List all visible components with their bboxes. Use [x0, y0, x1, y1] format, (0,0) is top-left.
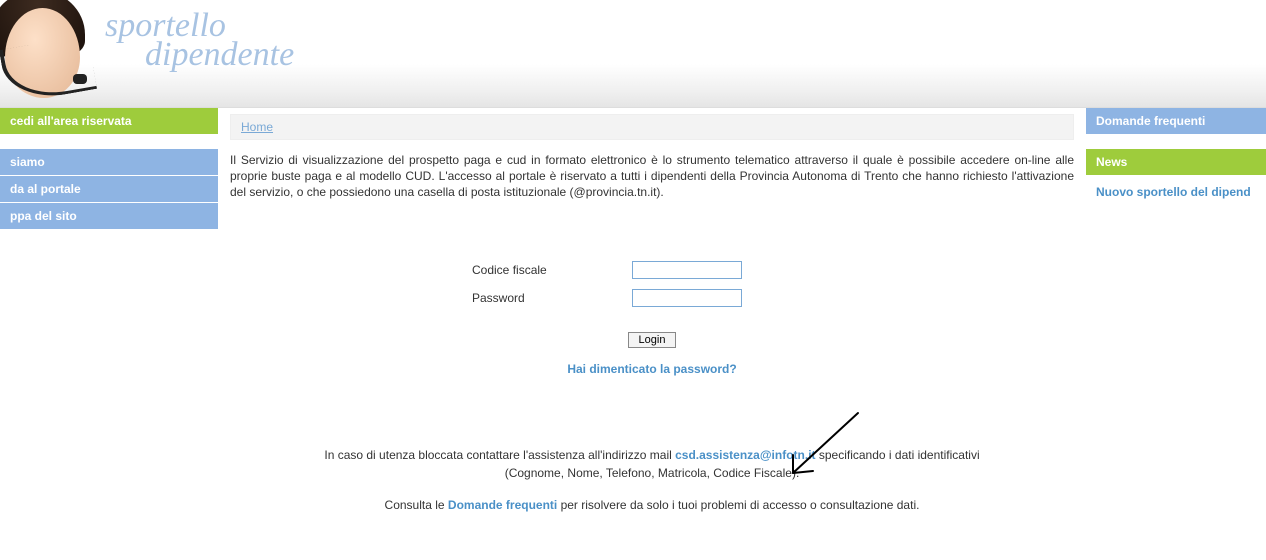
- assist-text-2: (Cognome, Nome, Telefono, Matricola, Cod…: [218, 464, 1086, 482]
- assist-text-1b: specificando i dati identificativi: [816, 448, 980, 462]
- intro-paragraph: Il Servizio di visualizzazione del prosp…: [230, 152, 1074, 201]
- faq-link[interactable]: Domande frequenti: [448, 498, 557, 512]
- operator-avatar: [0, 0, 105, 108]
- sidebar-item-chisiamo[interactable]: siamo: [0, 149, 218, 175]
- login-button[interactable]: Login: [628, 332, 677, 348]
- cf-input[interactable]: [632, 261, 742, 279]
- assist-text-1a: In caso di utenza bloccata contattare l'…: [324, 448, 675, 462]
- sidebar-item-accedi[interactable]: cedi all'area riservata: [0, 108, 218, 134]
- forgot-password-link[interactable]: Hai dimenticato la password?: [567, 362, 736, 376]
- assist-text-3b: per risolvere da solo i tuoi problemi di…: [557, 498, 919, 512]
- sidebar-item-guida[interactable]: da al portale: [0, 176, 218, 202]
- left-sidebar: cedi all'area riservata siamo da al port…: [0, 108, 218, 544]
- sidebar-item-mappa[interactable]: ppa del sito: [0, 203, 218, 229]
- header: sportello dipendente: [0, 0, 1266, 108]
- breadcrumb: Home: [230, 114, 1074, 140]
- main-content: Home Il Servizio di visualizzazione del …: [218, 108, 1086, 544]
- right-item-faq[interactable]: Domande frequenti: [1086, 108, 1266, 134]
- password-input[interactable]: [632, 289, 742, 307]
- assistance-block: In caso di utenza bloccata contattare l'…: [218, 446, 1086, 514]
- breadcrumb-home-link[interactable]: Home: [241, 120, 273, 134]
- right-sidebar: Domande frequenti News Nuovo sportello d…: [1086, 108, 1266, 544]
- logo-text: sportello dipendente: [105, 12, 294, 70]
- assist-text-3a: Consulta le: [385, 498, 448, 512]
- cf-label: Codice fiscale: [452, 263, 632, 277]
- news-link-nuovo-sportello[interactable]: Nuovo sportello del dipend: [1096, 185, 1251, 199]
- assist-email-link[interactable]: csd.assistenza@infotn.it: [675, 448, 815, 462]
- password-label: Password: [452, 291, 632, 305]
- right-item-news[interactable]: News: [1086, 149, 1266, 175]
- login-form: Codice fiscale Password Login Hai diment…: [452, 261, 852, 376]
